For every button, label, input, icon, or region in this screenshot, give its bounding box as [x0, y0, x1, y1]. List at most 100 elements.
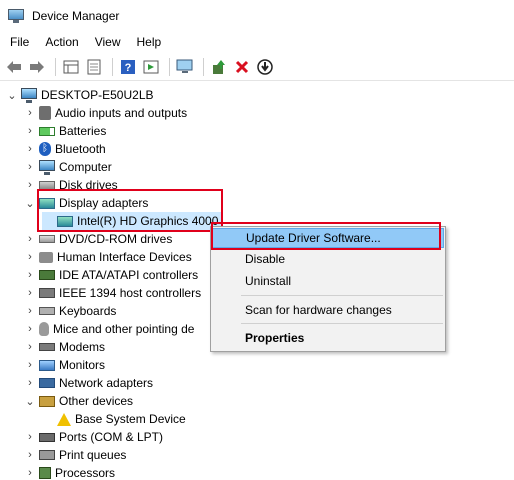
chevron-down-icon[interactable]: ⌄: [24, 392, 36, 410]
chevron-down-icon[interactable]: ⌄: [24, 194, 36, 212]
computer-icon: [39, 160, 55, 175]
properties-grid-icon[interactable]: [61, 57, 81, 77]
toolbar-separator: [112, 57, 113, 76]
tree-item-modems[interactable]: › Modems: [24, 338, 105, 356]
tree-item-label: DVD/CD-ROM drives: [59, 232, 173, 246]
speaker-icon: [39, 106, 51, 120]
uninstall-x-icon[interactable]: [232, 57, 252, 77]
chevron-right-icon[interactable]: ›: [24, 122, 36, 140]
network-adapter-icon: [39, 378, 55, 388]
tree-item-base-system-device[interactable]: Base System Device: [42, 410, 186, 428]
ctx-separator: [241, 323, 443, 324]
tree-item-label: Processors: [55, 466, 116, 480]
chevron-right-icon[interactable]: ›: [24, 176, 36, 194]
tree-item-computer[interactable]: › Computer: [24, 158, 112, 176]
mouse-icon: [39, 322, 49, 336]
other-devices-icon: [39, 395, 55, 407]
ctx-separator: [241, 295, 443, 296]
device-manager-icon: [8, 8, 26, 23]
chevron-right-icon[interactable]: ›: [24, 302, 36, 320]
chevron-right-icon[interactable]: ›: [24, 248, 36, 266]
tree-item-dvd[interactable]: › DVD/CD-ROM drives: [24, 230, 172, 248]
ports-icon: [39, 432, 55, 442]
ctx-scan-hardware[interactable]: Scan for hardware changes: [212, 300, 444, 320]
tree-item-print-queues[interactable]: › Print queues: [24, 446, 126, 464]
chevron-right-icon[interactable]: ›: [24, 338, 36, 356]
tree-item-label: Keyboards: [59, 304, 117, 318]
chevron-right-icon[interactable]: ›: [24, 230, 36, 248]
tree-item-label: Monitors: [59, 358, 106, 372]
tree-item-network[interactable]: › Network adapters: [24, 374, 153, 392]
chevron-right-icon[interactable]: ›: [24, 104, 36, 122]
tree-item-hid[interactable]: › Human Interface Devices: [24, 248, 192, 266]
ctx-properties[interactable]: Properties: [212, 328, 444, 348]
tree-item-bluetooth[interactable]: › ᛒ Bluetooth: [24, 140, 106, 158]
highlight-update-driver: [211, 222, 441, 250]
chevron-right-icon[interactable]: ›: [24, 428, 36, 446]
tree-item-ports[interactable]: › Ports (COM & LPT): [24, 428, 163, 446]
toolbar-separator: [169, 57, 170, 76]
menu-action[interactable]: Action: [39, 35, 84, 49]
hid-icon: [39, 251, 53, 263]
tree-item-label: Mice and other pointing de: [53, 322, 195, 336]
tree-item-label: Other devices: [59, 394, 134, 408]
tree-item-audio[interactable]: › Audio inputs and outputs: [24, 104, 187, 122]
monitor-icon: [39, 359, 55, 371]
modem-icon: [39, 343, 55, 351]
tree-item-mice[interactable]: › Mice and other pointing de: [24, 320, 194, 338]
tree-item-label: Human Interface Devices: [57, 250, 192, 264]
tree-item-label: Bluetooth: [55, 142, 106, 156]
bluetooth-icon: ᛒ: [39, 142, 51, 156]
battery-icon: [39, 126, 55, 136]
chevron-down-icon[interactable]: ⌄: [6, 86, 18, 104]
ctx-uninstall[interactable]: Uninstall: [212, 271, 444, 291]
menu-file[interactable]: File: [4, 35, 35, 49]
tree-item-ieee1394[interactable]: › IEEE 1394 host controllers: [24, 284, 201, 302]
printer-icon: [39, 450, 55, 460]
toolbar-separator: [55, 57, 56, 76]
chevron-right-icon[interactable]: ›: [24, 356, 36, 374]
chevron-right-icon[interactable]: ›: [24, 158, 36, 176]
keyboard-icon: [39, 307, 55, 315]
tree-item-batteries[interactable]: › Batteries: [24, 122, 106, 140]
chevron-right-icon[interactable]: ›: [24, 446, 36, 464]
tree-item-label: Base System Device: [75, 412, 186, 426]
highlight-display-adapters: [37, 189, 223, 232]
run-icon[interactable]: [141, 57, 161, 77]
tree-item-other-devices[interactable]: ⌄ Other devices: [24, 392, 133, 410]
toolbar-separator: [203, 57, 204, 76]
chevron-right-icon[interactable]: ›: [24, 374, 36, 392]
tree-item-monitors[interactable]: › Monitors: [24, 356, 105, 374]
title-bar: Device Manager: [0, 0, 514, 31]
help-icon[interactable]: ?: [118, 57, 138, 77]
tree-item-keyboards[interactable]: › Keyboards: [24, 302, 116, 320]
chevron-right-icon[interactable]: ›: [24, 284, 36, 302]
document-icon[interactable]: [84, 57, 104, 77]
tree-item-label: Ports (COM & LPT): [59, 430, 164, 444]
ctx-disable[interactable]: Disable: [212, 249, 444, 269]
computer-icon: [21, 88, 37, 103]
download-arrow-icon[interactable]: [255, 57, 275, 77]
tree-root[interactable]: ⌄ DESKTOP-E50U2LB: [6, 86, 154, 104]
tree-root-label: DESKTOP-E50U2LB: [41, 88, 154, 102]
tree-item-label: Batteries: [59, 124, 107, 138]
tree-item-label: Audio inputs and outputs: [55, 106, 188, 120]
chevron-right-icon[interactable]: ›: [24, 266, 36, 284]
update-driver-icon[interactable]: [209, 57, 229, 77]
tree-item-label: IEEE 1394 host controllers: [59, 286, 202, 300]
svg-text:?: ?: [125, 62, 132, 74]
tree-item-label: Print queues: [59, 448, 127, 462]
dvd-icon: [39, 235, 55, 243]
tree-item-label: IDE ATA/ATAPI controllers: [59, 268, 199, 282]
menu-bar: File Action View Help: [0, 31, 514, 53]
tree-item-ide[interactable]: › IDE ATA/ATAPI controllers: [24, 266, 198, 284]
chevron-right-icon[interactable]: ›: [24, 140, 36, 158]
chevron-right-icon[interactable]: ›: [24, 320, 36, 338]
monitor-scan-icon[interactable]: [175, 57, 195, 77]
menu-view[interactable]: View: [89, 35, 127, 49]
menu-help[interactable]: Help: [131, 35, 168, 49]
back-arrow-icon[interactable]: [4, 57, 24, 77]
forward-arrow-icon[interactable]: [27, 57, 47, 77]
tree-item-processors[interactable]: › Processors: [24, 464, 115, 480]
chevron-right-icon[interactable]: ›: [24, 464, 36, 480]
